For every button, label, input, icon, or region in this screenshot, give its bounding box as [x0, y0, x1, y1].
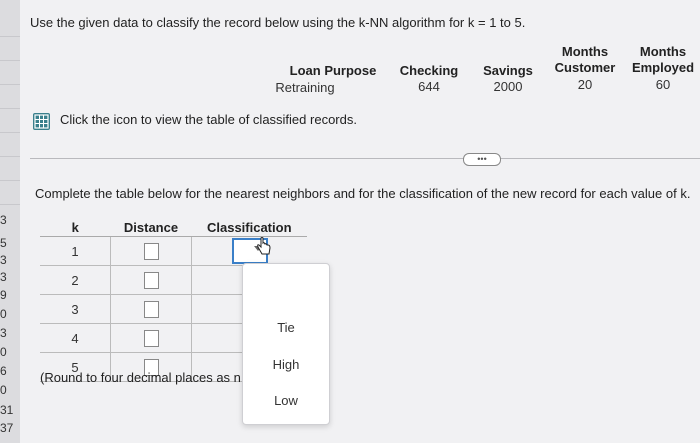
question-text: Use the given data to classify the recor… — [30, 15, 526, 30]
instructions-text: Complete the table below for the nearest… — [35, 186, 691, 201]
header-loan-purpose: Loan Purpose — [289, 63, 377, 78]
header-months-employed-line1: Months — [639, 44, 687, 59]
header-months-employed-line2: Employed — [631, 60, 695, 75]
value-savings: 2000 — [493, 79, 523, 94]
distance-input[interactable] — [143, 271, 159, 289]
section-divider — [30, 158, 700, 159]
expand-button[interactable]: ••• — [463, 153, 501, 166]
value-checking: 644 — [418, 79, 440, 94]
value-months-customer: 20 — [577, 77, 593, 92]
dropdown-option-tie[interactable]: Tie — [243, 320, 329, 335]
k-value: 4 — [40, 323, 111, 353]
header-checking: Checking — [399, 63, 459, 78]
distance-input[interactable] — [143, 242, 159, 260]
dropdown-option-high[interactable]: High — [243, 357, 329, 372]
strip-number: 31 — [0, 403, 14, 417]
k-value: 1 — [40, 236, 111, 266]
strip-number: 0 — [0, 383, 7, 397]
strip-number: 9 — [0, 288, 7, 302]
table-grid-icon[interactable] — [33, 113, 50, 130]
header-savings: Savings — [483, 63, 533, 78]
header-months-customer-line2: Customer — [554, 60, 616, 75]
col-header-k: k — [40, 218, 111, 237]
dropdown-option-low[interactable]: Low — [243, 393, 329, 408]
left-scroll-strip: 3 5 3 3 9 0 3 0 6 0 31 37 — [0, 0, 21, 443]
strip-number: 3 — [0, 270, 7, 284]
strip-number: 5 — [0, 236, 7, 250]
strip-number: 37 — [0, 421, 14, 435]
classification-dropdown-menu: Tie High Low — [242, 263, 330, 425]
strip-number: 3 — [0, 253, 7, 267]
header-months-customer-line1: Months — [561, 44, 609, 59]
k-value: 3 — [40, 294, 111, 324]
col-header-distance: Distance — [110, 218, 192, 237]
value-loan-purpose: Retraining — [275, 80, 335, 95]
rounding-note: (Round to four decimal places as ne — [40, 370, 240, 385]
icon-link-text: Click the icon to view the table of clas… — [60, 112, 357, 127]
strip-number: 0 — [0, 345, 7, 359]
strip-number: 6 — [0, 364, 7, 378]
strip-number: 3 — [0, 326, 7, 340]
k-value: 2 — [40, 265, 111, 295]
strip-number: 3 — [0, 213, 7, 227]
distance-input[interactable] — [143, 300, 159, 318]
value-months-employed: 60 — [655, 77, 671, 92]
hand-cursor-icon — [255, 237, 273, 262]
strip-number: 0 — [0, 307, 7, 321]
distance-input[interactable] — [143, 329, 159, 347]
col-header-classification: Classification — [191, 218, 307, 237]
